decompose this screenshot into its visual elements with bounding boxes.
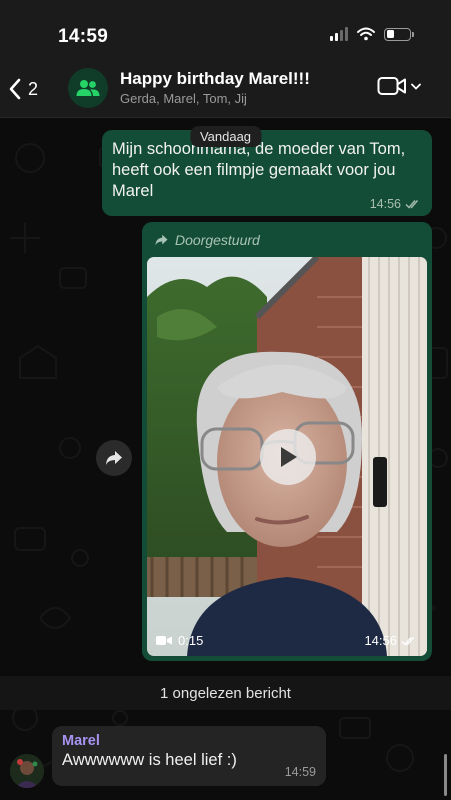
chevron-left-icon — [9, 78, 21, 100]
unread-chats-count: 2 — [28, 78, 39, 99]
outgoing-message-bubble[interactable]: Mijn schoonmama, de moeder van Tom, heef… — [102, 130, 432, 216]
play-icon — [281, 447, 297, 467]
status-bar: 14:59 — [0, 0, 451, 62]
incoming-message-bubble[interactable]: Marel Awwwwww is heel lief :) 14:59 — [52, 726, 326, 786]
message-meta: 14:59 — [285, 765, 316, 779]
video-call-button[interactable] — [377, 76, 421, 96]
message-time: 14:59 — [284, 765, 316, 779]
unread-messages-banner: 1 ongelezen bericht — [0, 676, 451, 710]
group-avatar[interactable] — [68, 68, 108, 108]
avatar-image — [10, 754, 44, 788]
video-message-bubble[interactable]: Doorgestuurd 0:15 14:56 — [142, 222, 432, 661]
battery-level — [386, 30, 395, 38]
forward-button[interactable] — [96, 440, 132, 476]
chat-header: 2 Happy birthday Marel!!! Gerda, Marel, … — [0, 62, 451, 118]
group-members[interactable]: Gerda, Marel, Tom, Jij — [120, 91, 247, 106]
play-button[interactable] — [260, 429, 316, 485]
message-meta: 14:56 — [364, 633, 417, 648]
forwarded-label: Doorgestuurd — [154, 232, 260, 248]
double-check-icon — [401, 636, 415, 646]
group-icon — [76, 80, 100, 96]
message-meta: 14:56 — [370, 197, 421, 211]
video-camera-icon — [156, 636, 172, 645]
message-time: 14:56 — [369, 197, 401, 211]
chat-area[interactable]: Vandaag Mijn schoonmama, de moeder van T… — [0, 118, 451, 800]
forward-arrow-icon — [155, 234, 168, 246]
avatar[interactable] — [10, 754, 44, 788]
cellular-signal-icon — [330, 27, 348, 41]
video-duration: 0:15 — [156, 633, 203, 648]
double-check-icon — [405, 200, 419, 209]
group-title[interactable]: Happy birthday Marel!!! — [120, 69, 310, 89]
date-separator: Vandaag — [189, 126, 262, 147]
video-thumbnail[interactable]: 0:15 14:56 — [147, 257, 427, 656]
message-text: Awwwwww is heel lief :) — [62, 751, 237, 769]
back-button[interactable]: 2 — [8, 74, 38, 104]
message-text: Mijn schoonmama, de moeder van Tom, heef… — [112, 140, 406, 200]
forwarded-text: Doorgestuurd — [175, 232, 260, 248]
status-time: 14:59 — [58, 26, 109, 47]
chevron-down-icon — [411, 83, 421, 90]
wifi-icon — [357, 27, 375, 41]
forward-arrow-icon — [106, 451, 122, 465]
status-icons — [330, 27, 414, 41]
video-camera-icon — [377, 77, 406, 95]
sender-name[interactable]: Marel — [62, 733, 316, 749]
battery-icon — [384, 27, 414, 41]
scroll-indicator[interactable] — [444, 754, 447, 796]
video-duration-text: 0:15 — [178, 633, 204, 648]
message-time: 14:56 — [364, 633, 397, 648]
